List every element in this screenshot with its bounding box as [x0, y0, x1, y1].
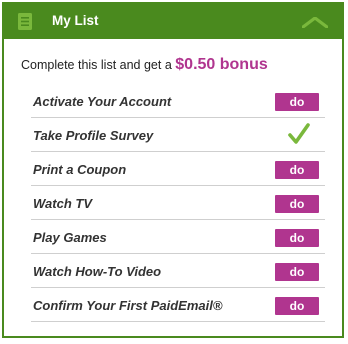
task-row: Watch How-To Video do: [31, 254, 325, 288]
list-icon: [18, 13, 32, 30]
task-label[interactable]: Play Games: [33, 230, 107, 245]
task-label[interactable]: Watch How-To Video: [33, 264, 161, 279]
task-row: Watch TV do: [31, 186, 325, 220]
intro-text: Complete this list and get a $0.50 bonus: [21, 56, 268, 74]
do-button[interactable]: do: [275, 195, 319, 213]
do-button[interactable]: do: [275, 229, 319, 247]
my-list-widget: My List Complete this list and get a $0.…: [2, 2, 344, 338]
task-row: Activate Your Account do: [31, 84, 325, 118]
task-row: Confirm Your First PaidEmail® do: [31, 288, 325, 322]
task-list: Activate Your Account do Take Profile Surv…: [31, 84, 325, 322]
task-label[interactable]: Confirm Your First PaidEmail®: [33, 298, 222, 313]
task-label[interactable]: Watch TV: [33, 196, 92, 211]
task-label[interactable]: Activate Your Account: [33, 94, 171, 109]
bonus-amount: $0.50 bonus: [175, 56, 268, 73]
do-button[interactable]: do: [275, 93, 319, 111]
task-row: Play Games do: [31, 220, 325, 254]
task-row: Take Profile Survey: [31, 118, 325, 152]
task-row: Print a Coupon do: [31, 152, 325, 186]
do-button[interactable]: do: [275, 263, 319, 281]
task-label[interactable]: Print a Coupon: [33, 162, 126, 177]
widget-title: My List: [52, 13, 99, 28]
do-button[interactable]: do: [275, 161, 319, 179]
checkmark-icon: [288, 123, 310, 144]
do-button[interactable]: do: [275, 297, 319, 315]
chevron-up-icon[interactable]: [302, 17, 328, 28]
task-label[interactable]: Take Profile Survey: [33, 128, 153, 143]
intro-label: Complete this list and get a: [21, 58, 172, 72]
widget-header: My List: [4, 4, 342, 39]
